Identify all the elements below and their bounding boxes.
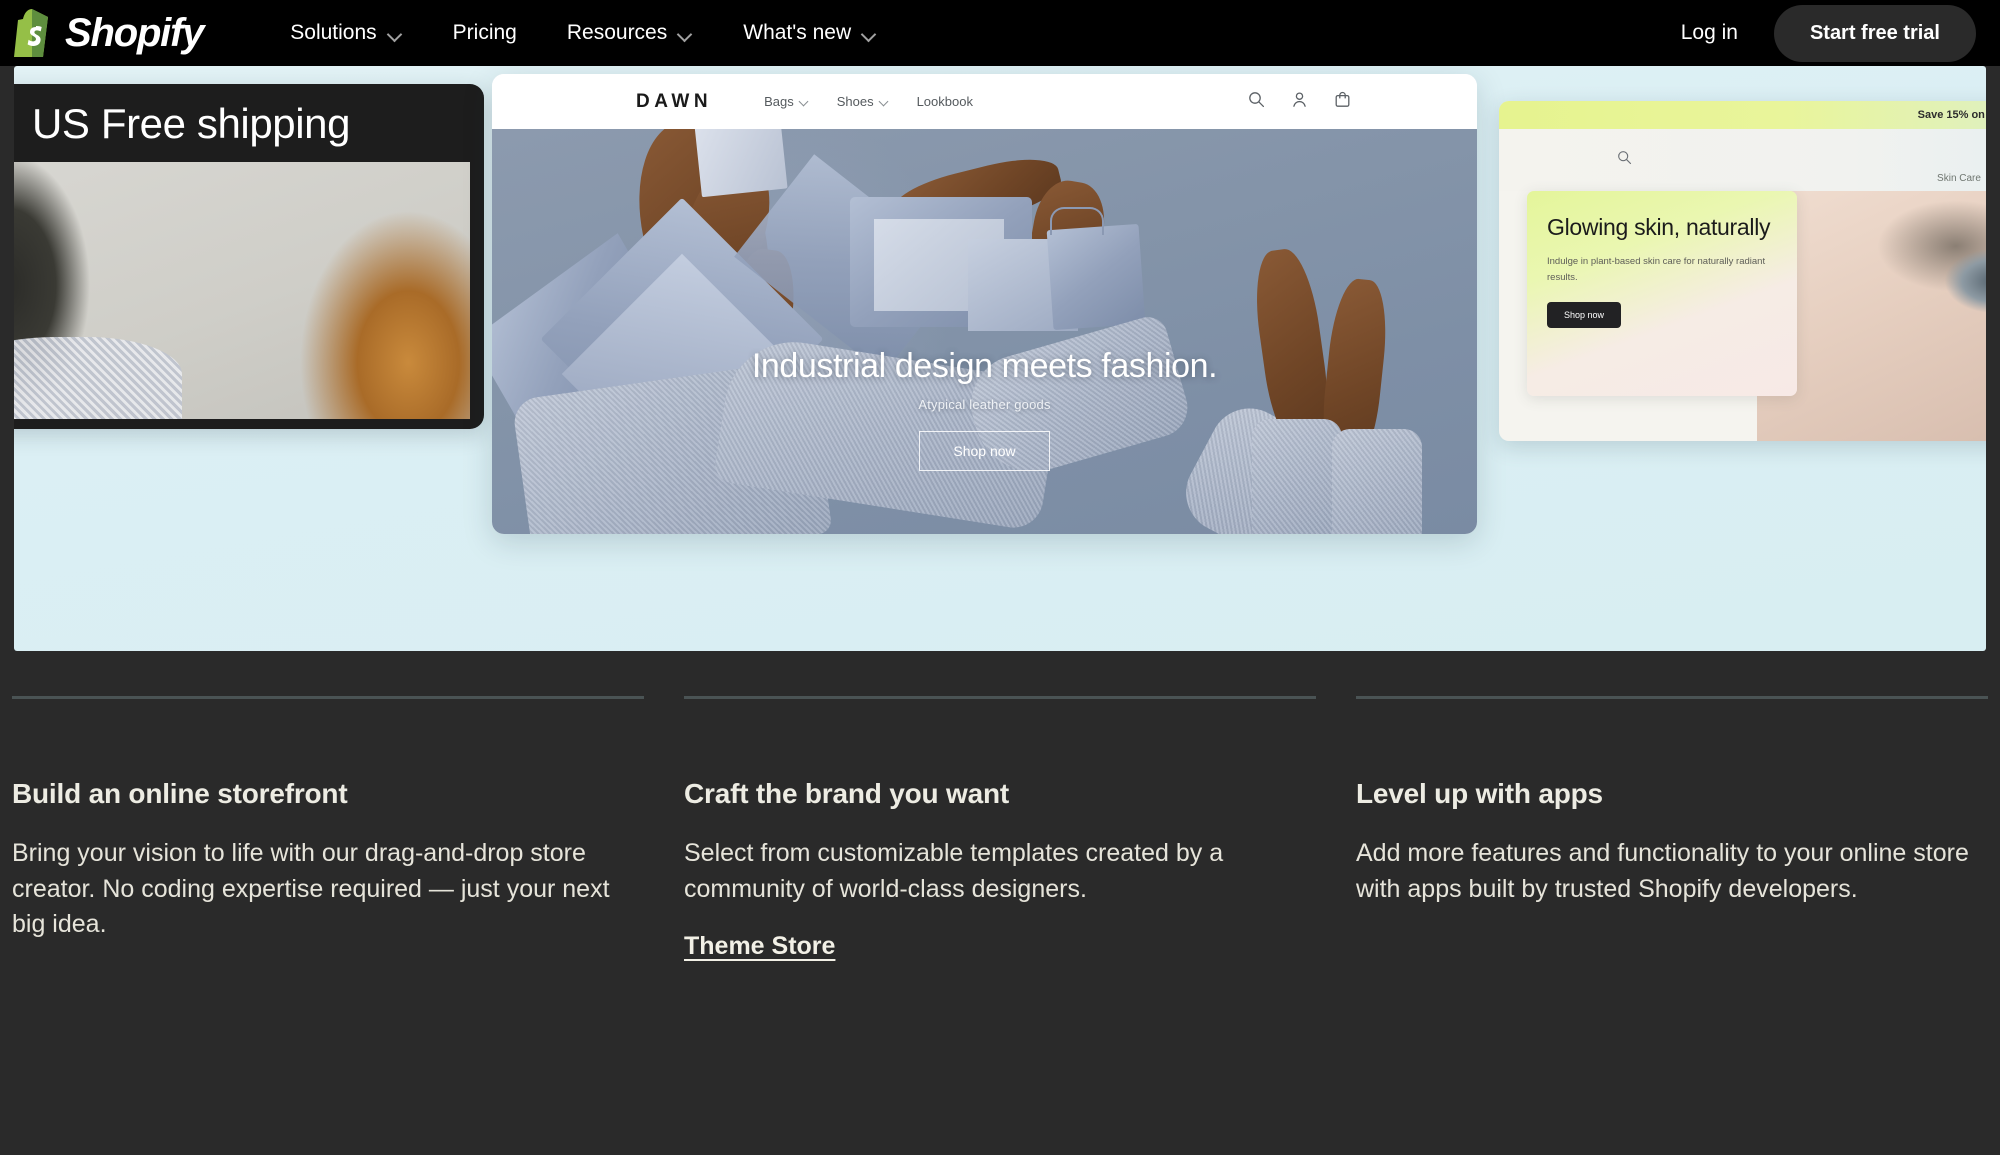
sense-promo-panel: Glowing skin, naturally Indulge in plant…	[1527, 191, 1797, 396]
column-divider	[1356, 696, 1988, 699]
nav-item-pricing[interactable]: Pricing	[428, 11, 542, 55]
feature-body-brand: Select from customizable templates creat…	[684, 839, 1224, 903]
login-link[interactable]: Log in	[1663, 11, 1756, 55]
nav-label-resources: Resources	[566, 21, 668, 44]
feature-title-brand: Craft the brand you want	[684, 778, 1009, 809]
left-card-photo	[14, 162, 470, 419]
feature-body-apps: Add more features and functionality to y…	[1356, 839, 1969, 903]
free-shipping-banner: US Free shipping	[32, 100, 351, 147]
chevron-down-icon	[862, 29, 877, 38]
shopping-bag-icon[interactable]	[1334, 91, 1351, 113]
sense-store-header: SENSE Skin Care Hair Care Body Care	[1499, 129, 1986, 191]
dawn-store-logo: DAWN	[636, 90, 713, 112]
feature-column-brand: Craft the brand you want Select from cus…	[684, 696, 1316, 961]
feature-column-apps: Level up with apps Add more features and…	[1356, 696, 1988, 961]
dawn-nav-lookbook[interactable]: Lookbook	[917, 94, 973, 109]
dawn-shop-now-button[interactable]: Shop now	[919, 431, 1050, 471]
nav-label-solutions: Solutions	[290, 21, 377, 44]
feature-column-storefront: Build an online storefront Bring your vi…	[12, 696, 644, 961]
nav-item-whats-new[interactable]: What's new	[718, 11, 902, 55]
dawn-nav-shoes[interactable]: Shoes	[837, 94, 889, 109]
feature-columns: Build an online storefront Bring your vi…	[0, 696, 2000, 961]
chevron-down-icon	[388, 29, 403, 38]
feature-title-apps: Level up with apps	[1356, 778, 1603, 809]
dawn-nav-icons	[1248, 91, 1451, 113]
shopify-logo[interactable]: Shopify	[10, 7, 204, 59]
chevron-down-icon	[880, 99, 889, 105]
chevron-down-icon	[678, 29, 693, 38]
dawn-nav-shoes-label: Shoes	[836, 94, 874, 109]
sense-shop-now-button[interactable]: Shop now	[1547, 301, 1622, 328]
dawn-nav-links: Bags Shoes Lookbook	[764, 94, 973, 109]
theme-store-link[interactable]: Theme Store	[684, 932, 835, 961]
search-icon[interactable]	[1617, 150, 1632, 170]
nav-label-whats-new: What's new	[743, 21, 852, 44]
top-navigation-bar: Shopify Solutions Pricing Resources What…	[0, 0, 2000, 66]
account-icon[interactable]	[1291, 91, 1308, 113]
sense-panel-body: Indulge in plant-based skin care for nat…	[1547, 256, 1766, 284]
dawn-nav-bags-label: Bags	[764, 94, 794, 109]
dawn-hero-caption: Industrial design meets fashion. Atypica…	[492, 347, 1477, 471]
dawn-store-nav: DAWN Bags Shoes Lookbook	[492, 74, 1477, 129]
hero-card-center[interactable]: DAWN Bags Shoes Lookbook Industrial desi…	[492, 74, 1477, 534]
sense-nav-links: Skin Care Hair Care Body Care	[1937, 173, 1986, 184]
chevron-down-icon	[800, 99, 809, 105]
nav-item-resources[interactable]: Resources	[542, 11, 718, 55]
dawn-subhead: Atypical leather goods	[918, 397, 1051, 412]
hero-card-right[interactable]: Save 15% on orders over $50 Use c SENSE …	[1499, 101, 1986, 441]
hero-card-left[interactable]: US Free shipping	[14, 84, 484, 429]
search-icon[interactable]	[1248, 91, 1265, 113]
feature-title-storefront: Build an online storefront	[12, 778, 348, 809]
sense-promo-banner: Save 15% on orders over $50 Use c	[1499, 101, 1986, 129]
nav-label-pricing: Pricing	[452, 21, 517, 44]
dawn-headline: Industrial design meets fashion.	[751, 347, 1218, 385]
column-divider	[12, 696, 644, 699]
column-divider	[684, 696, 1316, 699]
sense-nav-skin-care[interactable]: Skin Care	[1937, 173, 1981, 184]
sense-panel-headline: Glowing skin, naturally	[1547, 214, 1771, 240]
primary-nav: Solutions Pricing Resources What's new	[265, 11, 902, 55]
hero-banner: US Free shipping DAWN Bags Shoes Lookboo…	[14, 66, 1986, 651]
shopify-bag-icon	[10, 7, 56, 59]
shopify-wordmark: Shopify	[65, 11, 204, 55]
start-free-trial-button[interactable]: Start free trial	[1773, 4, 1976, 62]
feature-body-storefront: Bring your vision to life with our drag-…	[12, 839, 610, 938]
dawn-hero-photo: Industrial design meets fashion. Atypica…	[492, 129, 1477, 534]
nav-actions: Log in Start free trial	[1663, 4, 1976, 62]
nav-item-solutions[interactable]: Solutions	[265, 11, 427, 55]
sense-promo-bold: Save 15% on orders over $50	[1917, 109, 1986, 121]
dawn-nav-bags[interactable]: Bags	[764, 94, 809, 109]
